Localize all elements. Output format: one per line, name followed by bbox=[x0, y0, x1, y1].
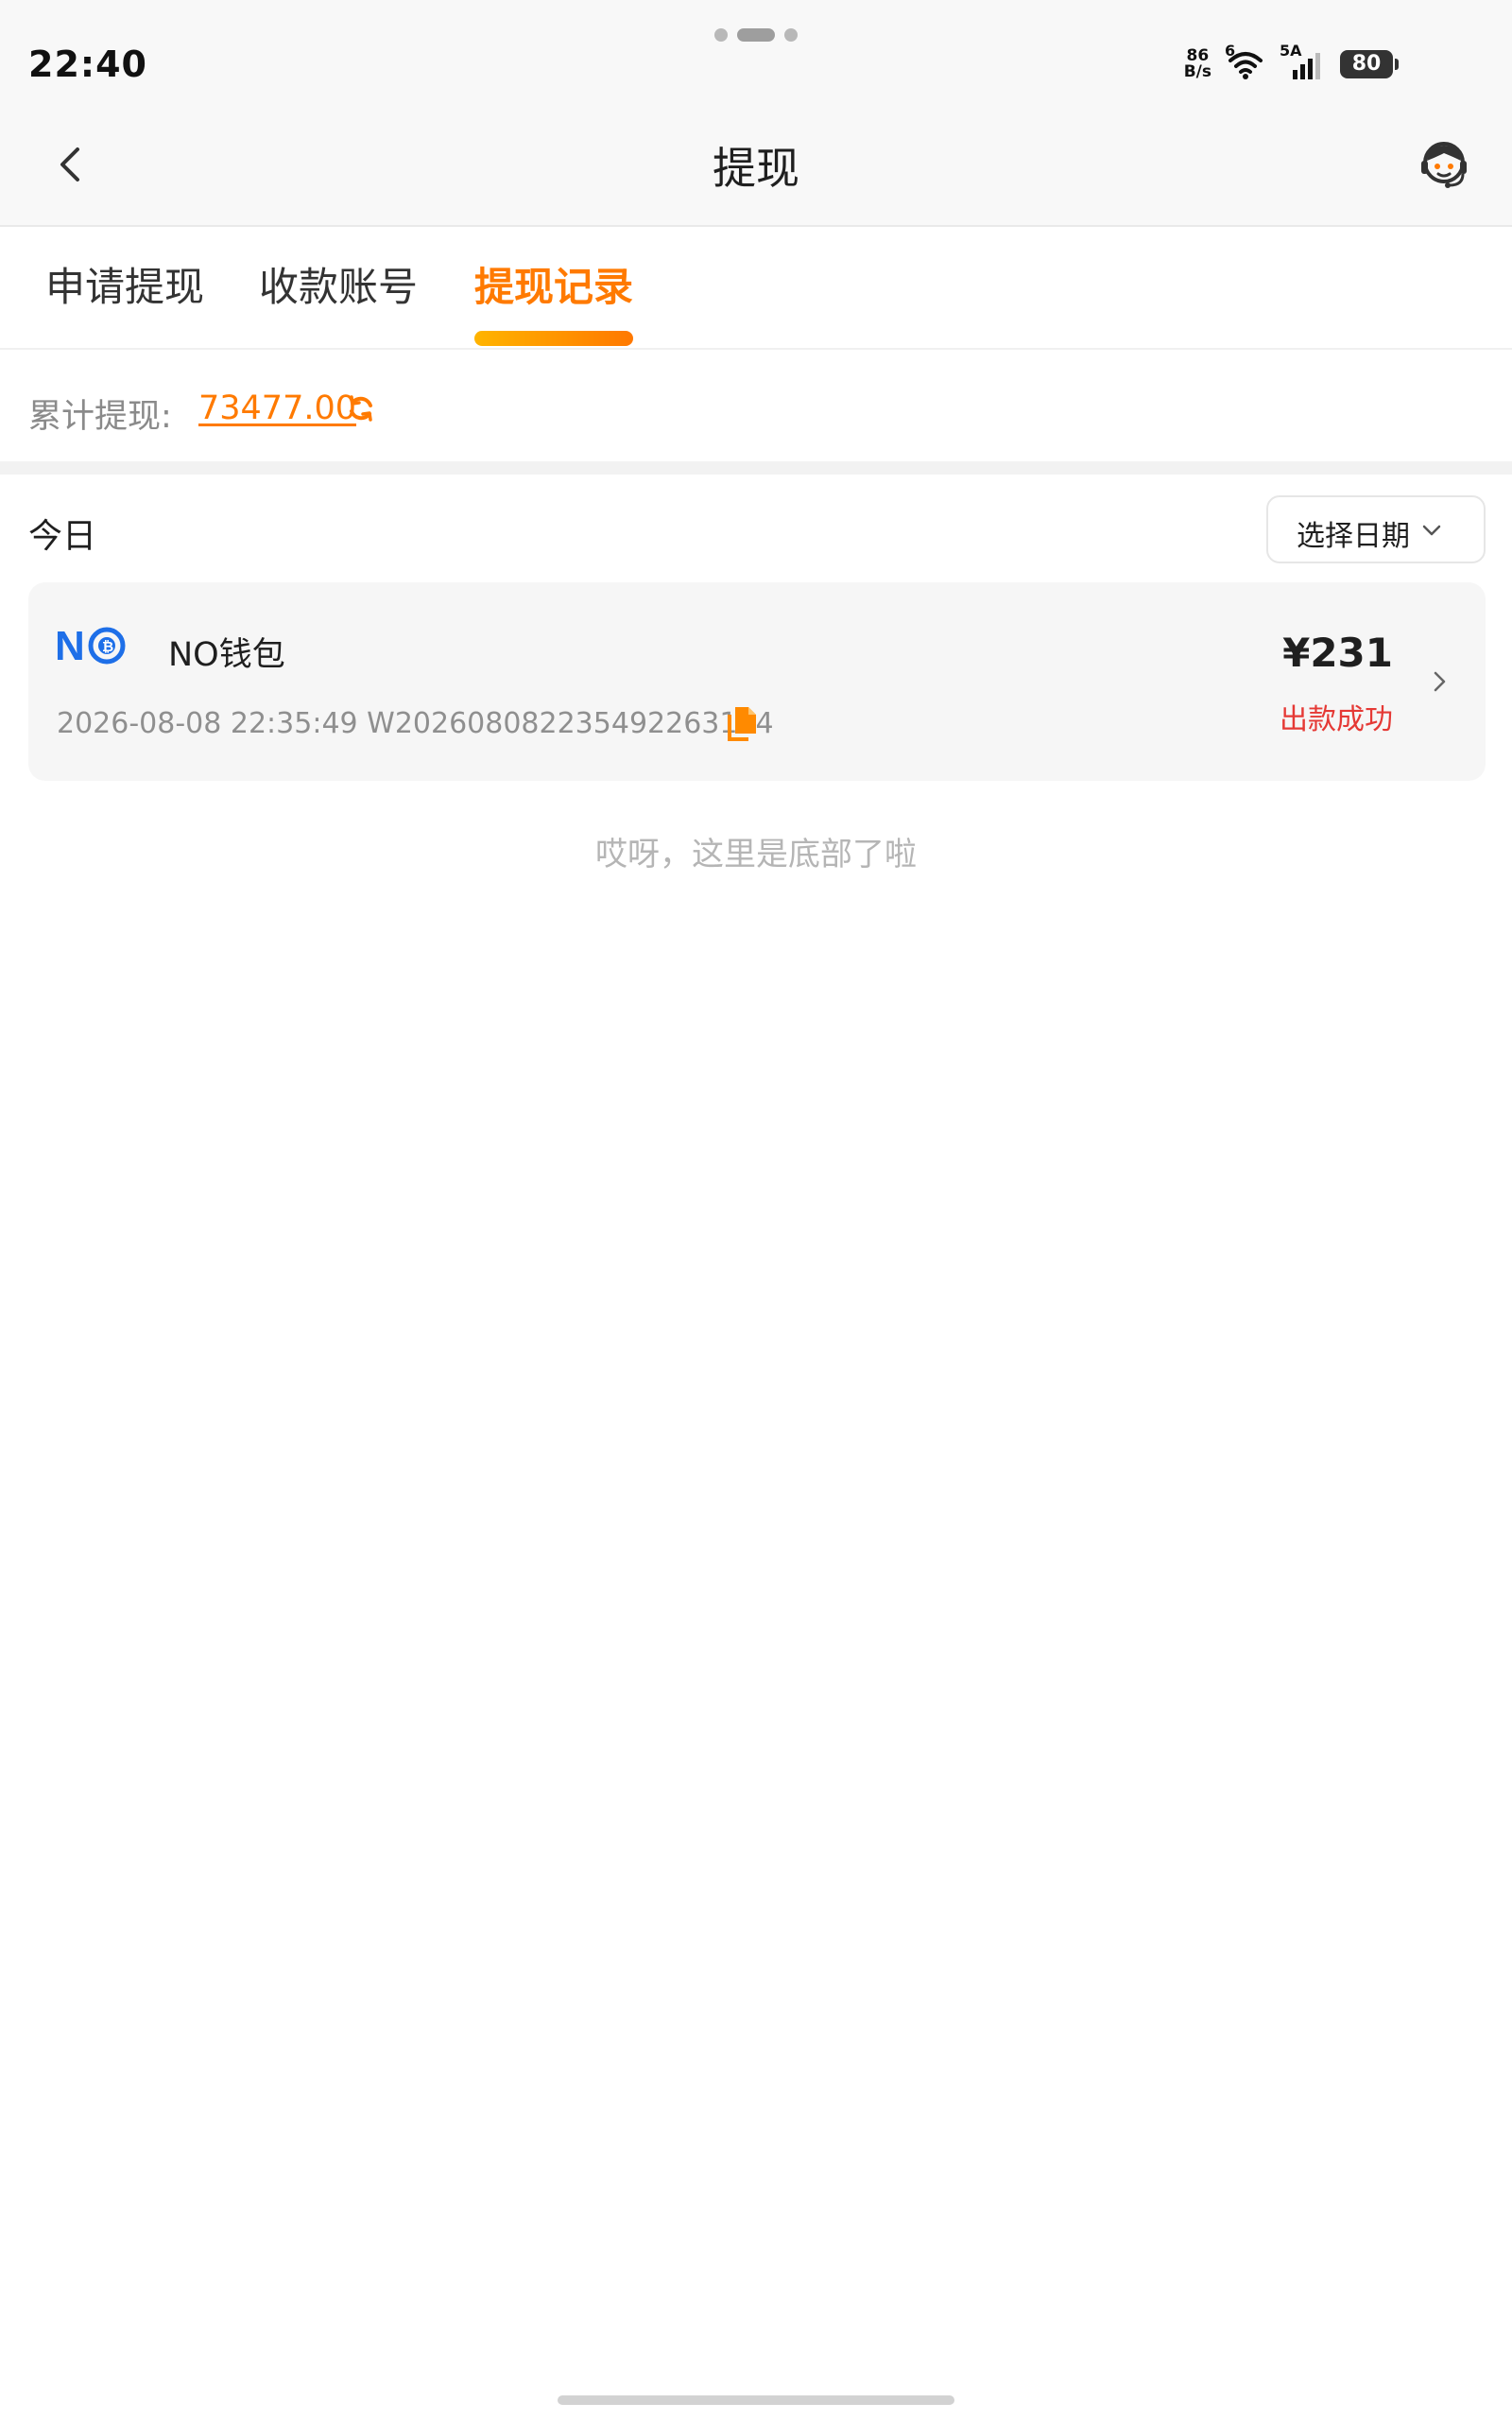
date-picker-button[interactable]: 选择日期 bbox=[1266, 495, 1486, 563]
chevron-down-icon bbox=[1422, 525, 1441, 536]
record-amount: ¥231 bbox=[1282, 630, 1393, 676]
tab-payee-accounts[interactable]: 收款账号 bbox=[259, 255, 418, 313]
svg-text:N: N bbox=[55, 624, 85, 666]
battery-tip bbox=[1395, 59, 1399, 70]
withdraw-record-item[interactable]: N ₿ NO钱包 2026-08-08 22:35:49 W2026080822… bbox=[28, 582, 1486, 781]
chevron-right-icon bbox=[1434, 671, 1446, 692]
date-picker-label: 选择日期 bbox=[1297, 520, 1410, 553]
network-speed: 86 B/s bbox=[1183, 46, 1211, 81]
tab-withdraw-records[interactable]: 提现记录 bbox=[474, 255, 633, 313]
tab-apply-withdraw[interactable]: 申请提现 bbox=[45, 255, 204, 313]
section-divider bbox=[0, 461, 1512, 475]
back-button[interactable] bbox=[47, 140, 96, 189]
nav-bar: 提现 bbox=[0, 104, 1512, 227]
wifi-icon: 6 bbox=[1225, 42, 1266, 81]
record-status: 出款成功 bbox=[1280, 703, 1393, 736]
active-tab-indicator bbox=[474, 331, 633, 346]
tab-bar: 申请提现 收款账号 提现记录 bbox=[0, 227, 1512, 350]
copy-order-id-button[interactable] bbox=[724, 705, 758, 743]
status-icons: 86 B/s 6 5A 80 bbox=[1183, 42, 1399, 83]
chevron-left-icon bbox=[60, 147, 79, 182]
wallet-logo: N ₿ bbox=[55, 624, 126, 666]
copy-icon bbox=[728, 707, 756, 741]
cellular-signal-icon: 5A bbox=[1280, 42, 1327, 81]
refresh-button[interactable] bbox=[346, 393, 376, 424]
page-title: 提现 bbox=[713, 143, 799, 194]
list-end-text: 哎呀，这里是底部了啦 bbox=[595, 836, 917, 873]
summary-total-value[interactable]: 73477.00 bbox=[198, 389, 356, 427]
status-time: 22:40 bbox=[28, 43, 147, 85]
date-group-label: 今日 bbox=[28, 517, 97, 556]
summary-label: 累计提现: bbox=[28, 398, 172, 436]
wallet-name: NO钱包 bbox=[168, 636, 285, 674]
withdraw-summary: 累计提现: 73477.00 bbox=[0, 350, 1512, 461]
customer-service-icon bbox=[1421, 142, 1467, 188]
refresh-icon bbox=[350, 395, 372, 422]
customer-service-button[interactable] bbox=[1416, 136, 1472, 193]
status-bar: 22:40 86 B/s 6 5A 80 bbox=[0, 0, 1512, 104]
home-indicator[interactable] bbox=[558, 2395, 954, 2405]
svg-text:₿: ₿ bbox=[102, 639, 113, 655]
record-time-and-order-id: 2026-08-08 22:35:49 W2026080822354922631… bbox=[57, 707, 774, 740]
battery-indicator: 80 bbox=[1340, 50, 1393, 78]
window-handle-dots bbox=[714, 28, 799, 43]
